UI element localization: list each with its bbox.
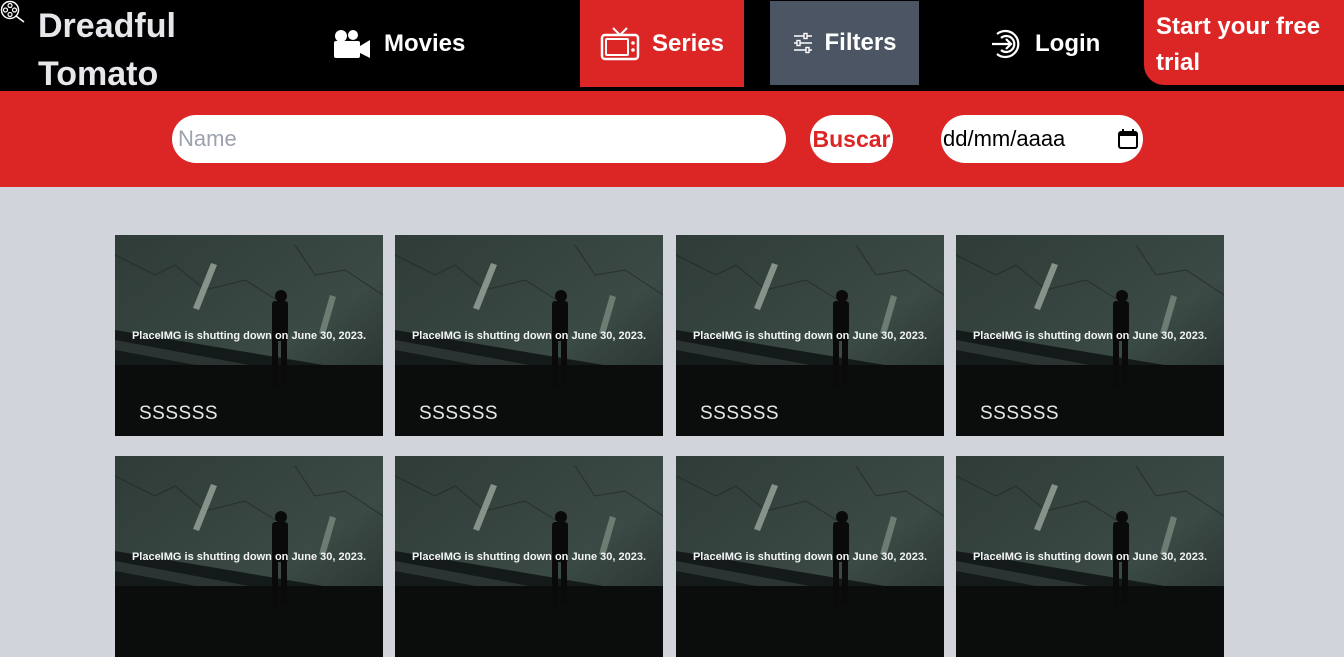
card-notice-text: PlaceIMG is shutting down on June 30, 20…: [411, 330, 647, 342]
card-notice-text: PlaceIMG is shutting down on June 30, 20…: [131, 551, 367, 563]
nav-login-label: Login: [1035, 29, 1101, 57]
nav-login[interactable]: Login: [991, 0, 1131, 87]
top-navbar: Dreadful Tomato Movies Series Filters Lo…: [0, 0, 1344, 93]
nav-filters[interactable]: Filters: [770, 1, 919, 85]
nav-series[interactable]: Series: [580, 0, 744, 87]
brand-name[interactable]: Dreadful Tomato: [38, 2, 238, 98]
card-notice-text: PlaceIMG is shutting down on June 30, 20…: [131, 330, 367, 342]
brand-line-1: Dreadful: [38, 7, 176, 45]
buscar-button[interactable]: Buscar: [810, 115, 893, 163]
date-placeholder: dd/mm/aaaa: [943, 126, 1066, 151]
card-notice-text: PlaceIMG is shutting down on June 30, 20…: [692, 551, 928, 563]
card-title: SSSSSS: [139, 403, 219, 424]
series-card[interactable]: PlaceIMG is shutting down on June 30, 20…: [676, 456, 944, 657]
card-title: SSSSSS: [419, 403, 499, 424]
sliders-icon: [794, 32, 813, 54]
calendar-icon[interactable]: [1117, 128, 1139, 150]
card-notice-text: PlaceIMG is shutting down on June 30, 20…: [411, 551, 647, 563]
movie-camera-icon: [334, 29, 370, 58]
series-card[interactable]: PlaceIMG is shutting down on June 30, 20…: [115, 235, 383, 436]
nav-movies-label: Movies: [384, 29, 466, 57]
card-title: SSSSSS: [980, 403, 1060, 424]
start-trial-button[interactable]: Start your free trial: [1144, 0, 1344, 85]
card-notice-text: PlaceIMG is shutting down on June 30, 20…: [972, 330, 1208, 342]
nav-movies[interactable]: Movies: [330, 0, 530, 87]
search-bar: Buscar dd/mm/aaaa: [0, 91, 1344, 187]
series-card[interactable]: PlaceIMG is shutting down on June 30, 20…: [115, 456, 383, 657]
series-card[interactable]: PlaceIMG is shutting down on June 30, 20…: [395, 456, 663, 657]
series-card[interactable]: PlaceIMG is shutting down on June 30, 20…: [956, 235, 1224, 436]
date-input[interactable]: dd/mm/aaaa: [941, 115, 1143, 163]
series-card[interactable]: PlaceIMG is shutting down on June 30, 20…: [676, 235, 944, 436]
card-notice-text: PlaceIMG is shutting down on June 30, 20…: [692, 330, 928, 342]
login-icon: [992, 29, 1020, 58]
series-card[interactable]: PlaceIMG is shutting down on June 30, 20…: [956, 456, 1224, 657]
card-title: SSSSSS: [700, 403, 780, 424]
card-notice-text: PlaceIMG is shutting down on June 30, 20…: [972, 551, 1208, 563]
film-reel-icon: [0, 0, 25, 23]
tv-icon: [600, 26, 640, 60]
series-card[interactable]: PlaceIMG is shutting down on June 30, 20…: [395, 235, 663, 436]
name-search-input[interactable]: [172, 115, 786, 163]
nav-series-label: Series: [651, 29, 725, 57]
nav-filters-label: Filters: [824, 29, 897, 56]
